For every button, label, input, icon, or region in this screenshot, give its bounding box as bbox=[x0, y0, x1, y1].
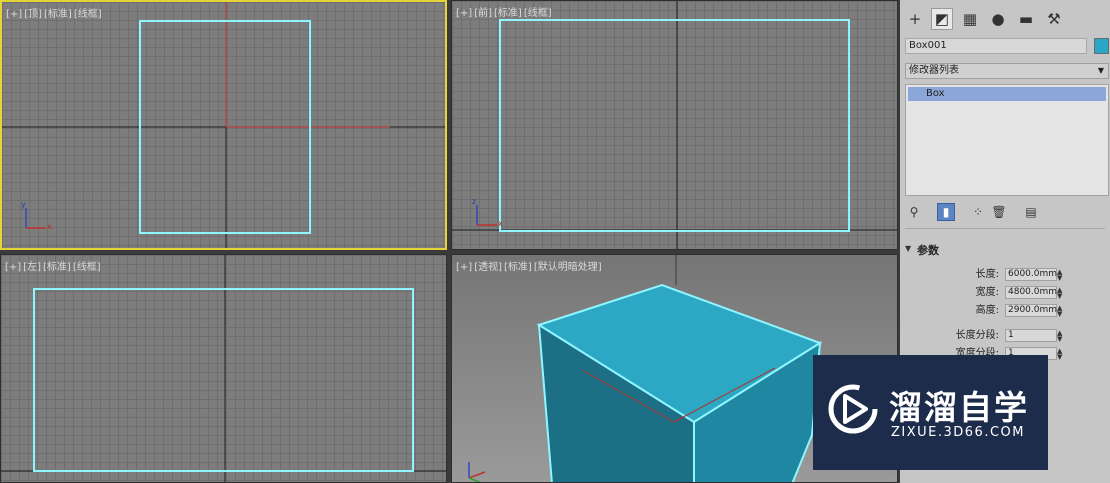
object-name-field[interactable]: Box001 bbox=[905, 38, 1087, 54]
modify-tab[interactable]: ◩ bbox=[931, 8, 953, 30]
modify-icon: ◩ bbox=[934, 10, 950, 28]
motion-tab[interactable]: ● bbox=[987, 8, 1009, 30]
remove-modifier-icon[interactable]: 🗑 bbox=[990, 203, 1008, 221]
length-label: 长度: bbox=[975, 269, 999, 280]
watermark-title: 溜溜自学 bbox=[889, 388, 1029, 427]
length-input[interactable]: 6000.0mm bbox=[1005, 268, 1057, 281]
stack-toolbar: ⚲ ▮ ⁘ 🗑 ▤ bbox=[900, 201, 1110, 223]
viewport-left[interactable]: [+] [左] [标准] [线框] bbox=[0, 254, 447, 483]
create-icon: + bbox=[908, 10, 922, 28]
height-param: 高度: 2900.0mm ▲ ▼ bbox=[905, 304, 1109, 318]
height-input[interactable]: 2900.0mm bbox=[1005, 304, 1057, 317]
motion-icon: ● bbox=[991, 10, 1005, 28]
object-color-swatch[interactable] bbox=[1094, 38, 1109, 54]
axis-y-label: y bbox=[21, 200, 26, 209]
chevron-down-icon: ▼ bbox=[1097, 66, 1104, 75]
rollout-collapse-icon[interactable]: ▼ bbox=[905, 244, 911, 253]
viewport-top[interactable]: [+] [顶] [标准] [线框] y x bbox=[0, 0, 447, 250]
height-label: 高度: bbox=[975, 305, 999, 316]
show-end-result-icon[interactable]: ▮ bbox=[937, 203, 955, 221]
pin-icon[interactable]: ⚲ bbox=[905, 203, 923, 221]
watermark-url: ZIXUE.3D66.COM bbox=[891, 425, 1025, 440]
parameters-title[interactable]: 参数 bbox=[917, 242, 939, 258]
width-input[interactable]: 4800.0mm bbox=[1005, 286, 1057, 299]
panel-divider bbox=[905, 228, 1105, 231]
length-segments-spinner[interactable]: ▲ ▼ bbox=[1057, 330, 1065, 343]
width-spinner[interactable]: ▲ ▼ bbox=[1057, 287, 1065, 300]
width-label: 宽度: bbox=[975, 287, 999, 298]
viewport-perspective-label[interactable]: [+] [透视] [标准] [默认明暗处理] bbox=[456, 258, 604, 273]
modifier-stack[interactable]: Box bbox=[905, 84, 1109, 196]
viewport-front-canvas bbox=[452, 1, 897, 249]
length-segments-label: 长度分段: bbox=[955, 330, 999, 341]
length-param: 长度: 6000.0mm ▲ ▼ bbox=[905, 268, 1109, 282]
make-unique-icon[interactable]: ⁘ bbox=[969, 203, 987, 221]
axis-x-label: x bbox=[47, 222, 52, 231]
command-panel-tabs: + ◩ ▦ ● ▬ ⚒ bbox=[900, 6, 1110, 32]
utilities-icon: ⚒ bbox=[1047, 10, 1061, 28]
hierarchy-icon: ▦ bbox=[962, 10, 978, 28]
length-spinner[interactable]: ▲ ▼ bbox=[1057, 269, 1065, 282]
length-segments-input[interactable]: 1 bbox=[1005, 329, 1057, 342]
hierarchy-tab[interactable]: ▦ bbox=[959, 8, 981, 30]
viewport-top-canvas bbox=[2, 2, 445, 248]
utilities-tab[interactable]: ⚒ bbox=[1043, 8, 1065, 30]
width-segments-spinner[interactable]: ▲ ▼ bbox=[1057, 348, 1065, 361]
viewport-front-label[interactable]: [+] [前] [标准] [线框] bbox=[456, 4, 554, 19]
viewport-left-canvas bbox=[1, 255, 446, 482]
modifier-list-label: 修改器列表 bbox=[909, 65, 959, 76]
width-param: 宽度: 4800.0mm ▲ ▼ bbox=[905, 286, 1109, 300]
height-spinner[interactable]: ▲ ▼ bbox=[1057, 305, 1065, 318]
display-icon: ▬ bbox=[1018, 10, 1034, 28]
stack-item-box[interactable]: Box bbox=[908, 87, 1106, 101]
display-tab[interactable]: ▬ bbox=[1015, 8, 1037, 30]
create-tab[interactable]: + bbox=[904, 8, 926, 30]
length-segments-param: 长度分段: 1 ▲ ▼ bbox=[905, 329, 1109, 343]
viewport-top-label[interactable]: [+] [顶] [标准] [线框] bbox=[6, 5, 104, 20]
viewport-left-label[interactable]: [+] [左] [标准] [线框] bbox=[5, 258, 103, 273]
viewport-front[interactable]: [+] [前] [标准] [线框] z x bbox=[451, 0, 898, 250]
axis-x-label: x bbox=[498, 219, 503, 228]
watermark-logo: 溜溜自学 ZIXUE.3D66.COM bbox=[813, 355, 1048, 470]
axis-z-label: z bbox=[472, 197, 477, 206]
configure-icon[interactable]: ▤ bbox=[1022, 203, 1040, 221]
modifier-list-dropdown[interactable]: 修改器列表 ▼ bbox=[905, 63, 1109, 79]
play-logo-icon bbox=[828, 384, 878, 434]
